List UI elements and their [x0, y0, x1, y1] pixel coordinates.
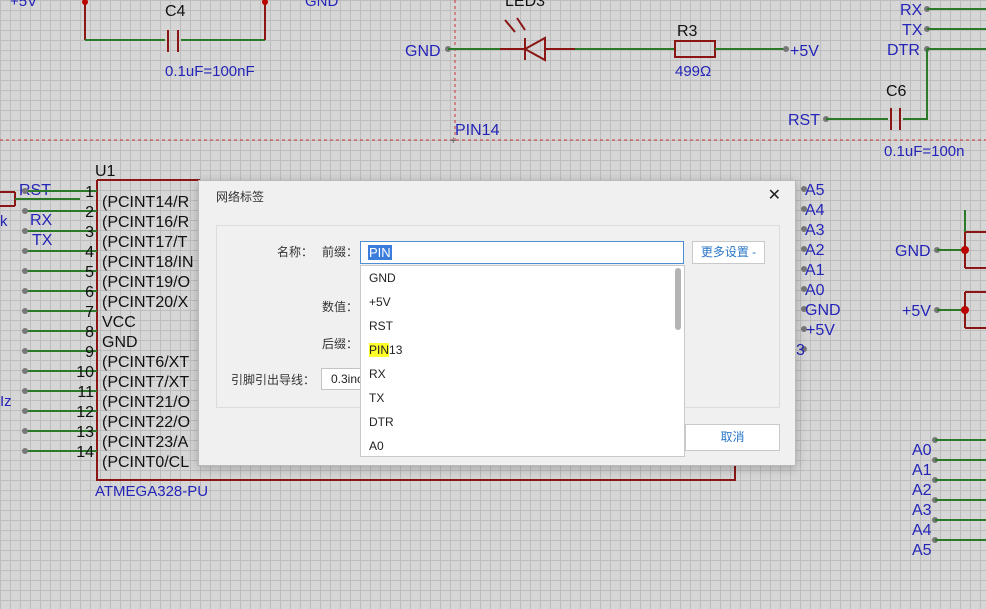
chip-pin-name: VCC	[102, 314, 136, 331]
scrollbar-thumb[interactable]	[675, 268, 681, 330]
chip-pin-name: (PCINT20/X	[102, 294, 189, 311]
chip-pin-number: 1	[85, 184, 94, 201]
net-plus5-r3: +5V	[790, 43, 819, 60]
chip-right-net-label: A5	[805, 182, 825, 199]
net-tx-left: TX	[32, 232, 53, 249]
chip-right-net-label: GND	[805, 302, 841, 319]
chip-pin-name: (PCINT16/R	[102, 214, 189, 231]
list-item[interactable]: DTR	[361, 410, 684, 434]
pin-lead-label: 引脚引出导线：	[231, 373, 316, 387]
top-right-block[interactable]: RX TX DTR RST C6 0.1uF=100n	[788, 2, 986, 160]
chip-pin-number: 2	[85, 204, 94, 221]
list-item[interactable]: A0	[361, 434, 684, 456]
cursor-crosshair-icon: +	[450, 135, 456, 147]
chip-pin-number: 10	[76, 364, 94, 381]
net-analog-right: A3	[912, 502, 932, 519]
match-highlight: PIN	[369, 343, 390, 357]
chip-right-net-label: +5V	[806, 322, 835, 339]
chip-pin-name: (PCINT23/A	[102, 434, 189, 451]
chip-pin-name: (PCINT22/O	[102, 414, 190, 431]
net-gnd-led: GND	[405, 43, 441, 60]
c6-label: C6	[886, 83, 907, 100]
chip-pin-name: (PCINT18/IN	[102, 254, 194, 271]
chip-pin-name: (PCINT17/T	[102, 234, 188, 251]
match-rest: 13	[389, 343, 403, 357]
net-plus5-right: +5V	[902, 303, 931, 320]
prefix-selected-text: PIN	[368, 245, 392, 260]
led-icon	[522, 36, 546, 62]
left-nets[interactable]: RST k RX TX Iz	[0, 182, 80, 410]
list-item[interactable]: RX	[361, 362, 684, 386]
chip-pin-name: (PCINT7/XT	[102, 374, 189, 391]
c6-value: 0.1uF=100n	[884, 143, 965, 160]
chip-right-net-label: A0	[805, 282, 825, 299]
right-side-block[interactable]: GND +5V A0 A1 A2 A3 A4 A5	[895, 210, 986, 559]
chip-pin-number: 12	[76, 404, 94, 421]
net-analog-right: A5	[912, 542, 932, 559]
list-item[interactable]: RST	[361, 314, 684, 338]
prefix-suggestion-list[interactable]: GND +5V RST PIN13 RX TX DTR A0	[360, 265, 685, 457]
chip-pin-name: (PCINT19/O	[102, 274, 190, 291]
list-item-pin13[interactable]: PIN13	[361, 338, 684, 362]
number-label: 数值：	[322, 300, 359, 314]
chip-right-net-label: A2	[805, 242, 825, 259]
chip-pin-number: 11	[77, 384, 94, 401]
chip-pin-number: 6	[85, 284, 94, 301]
chip-pin-number: 9	[85, 344, 94, 361]
chip-pin-name: (PCINT6/XT	[102, 354, 189, 371]
net-gnd-topleft: GND	[305, 0, 339, 10]
chip-right-net-label: A1	[805, 262, 825, 279]
dialog-title: 网络标签	[216, 190, 265, 204]
prefix-label: 前缀：	[322, 245, 359, 259]
net-analog-right: A4	[912, 522, 932, 539]
r3-label: R3	[677, 23, 698, 40]
list-item[interactable]: TX	[361, 386, 684, 410]
cancel-button[interactable]: 取消	[685, 424, 780, 451]
prefix-input[interactable]: PIN	[360, 241, 684, 264]
c4-value: 0.1uF=100nF	[165, 63, 255, 80]
chip-right-net-label: A4	[805, 202, 825, 219]
led3-label: LED3	[505, 0, 545, 10]
name-label: 名称：	[277, 245, 314, 259]
chip-pin-number: 7	[85, 304, 94, 321]
net-iz-left: Iz	[0, 393, 12, 410]
list-item[interactable]: GND	[361, 266, 684, 290]
net-k-left: k	[0, 213, 8, 230]
net-analog-right: A1	[912, 462, 932, 479]
r3-value: 499Ω	[675, 63, 711, 80]
net-label-pin14[interactable]: PIN14	[455, 122, 500, 139]
chip-pin-number: 5	[85, 264, 94, 281]
chip-pin-number: 13	[76, 424, 94, 441]
net-tx-topright: TX	[902, 22, 923, 39]
net-rx-left: RX	[30, 212, 53, 229]
more-settings-button[interactable]: 更多设置 -	[692, 241, 765, 264]
chip-pin-name: (PCINT21/O	[102, 394, 190, 411]
chip-right-net-label: 3	[796, 342, 805, 359]
net-plus5-topleft: +5V	[10, 0, 37, 10]
net-gnd-right: GND	[895, 243, 931, 260]
chip-pin-name: (PCINT14/R	[102, 194, 189, 211]
chip-pin-number: 3	[85, 224, 94, 241]
pin-lead-value: 0.3inc	[331, 372, 364, 386]
chip-ref: U1	[95, 163, 116, 180]
net-analog-right: A2	[912, 482, 932, 499]
close-icon[interactable]: ✕	[768, 185, 781, 205]
net-rst-topright: RST	[788, 112, 820, 129]
net-rx-topright: RX	[900, 2, 923, 19]
chip-pin-name: (PCINT0/CL	[102, 454, 189, 471]
c4-block[interactable]: C4 0.1uF=100nF +5V GND	[10, 0, 339, 80]
chip-pin-number: 4	[85, 244, 94, 261]
chip-right-net-label: A3	[805, 222, 825, 239]
resistor-icon	[674, 40, 716, 58]
suffix-label: 后缀：	[322, 337, 359, 351]
net-analog-right: A0	[912, 442, 932, 459]
c4-label: C4	[165, 3, 186, 20]
chip-pin-number: 8	[85, 324, 94, 341]
list-item[interactable]: +5V	[361, 290, 684, 314]
chip-pin-number: 14	[76, 444, 94, 461]
chip-pin-name: GND	[102, 334, 138, 351]
net-dtr-topright: DTR	[887, 42, 920, 59]
led3-r3-block[interactable]: GND LED3 R3 499Ω +5V PIN14 +	[405, 0, 819, 147]
chip-part-name: ATMEGA328-PU	[95, 483, 208, 500]
